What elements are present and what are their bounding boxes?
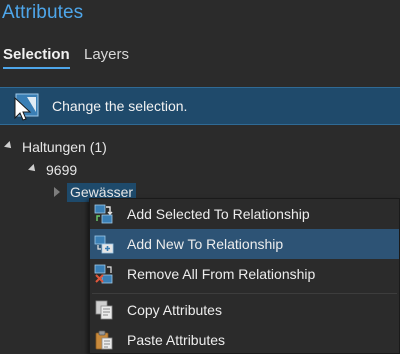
- menu-item-add-new[interactable]: Add New To Relationship: [90, 229, 399, 259]
- tree-node-label: 9699: [46, 162, 78, 178]
- add-new-relationship-icon: [94, 235, 114, 254]
- tree-node-label: Haltungen (1): [22, 139, 107, 155]
- select-cursor-icon: [14, 93, 39, 121]
- remove-relationship-icon: [94, 264, 113, 284]
- copy-icon: [95, 300, 113, 320]
- menu-item-add-selected[interactable]: Add Selected To Relationship: [90, 199, 399, 229]
- add-selected-relationship-icon: [94, 204, 113, 224]
- change-selection-banner[interactable]: Change the selection.: [0, 87, 400, 125]
- menu-item-remove-all[interactable]: Remove All From Relationship: [90, 259, 399, 289]
- menu-item-label: Remove All From Relationship: [127, 266, 316, 282]
- tree-node-layer[interactable]: Haltungen (1): [0, 137, 200, 159]
- menu-item-label: Add Selected To Relationship: [127, 206, 310, 222]
- menu-item-copy-attributes[interactable]: Copy Attributes: [90, 295, 399, 325]
- paste-icon: [95, 330, 113, 350]
- banner-text: Change the selection.: [52, 98, 188, 114]
- expand-chevron-icon[interactable]: [4, 141, 14, 151]
- menu-item-paste-attributes[interactable]: Paste Attributes: [90, 325, 399, 354]
- expand-chevron-icon[interactable]: [28, 164, 38, 174]
- menu-item-label: Copy Attributes: [127, 302, 222, 318]
- menu-separator: [92, 293, 397, 294]
- collapse-chevron-icon[interactable]: [54, 187, 60, 197]
- tab-selection[interactable]: Selection: [3, 46, 70, 69]
- pane-title: Attributes: [2, 2, 84, 23]
- menu-item-label: Paste Attributes: [127, 332, 226, 348]
- menu-item-label: Add New To Relationship: [127, 236, 284, 252]
- tab-layers[interactable]: Layers: [84, 46, 129, 63]
- tree-node-feature[interactable]: 9699: [0, 160, 200, 182]
- context-menu: Add Selected To Relationship Add New To …: [89, 198, 400, 354]
